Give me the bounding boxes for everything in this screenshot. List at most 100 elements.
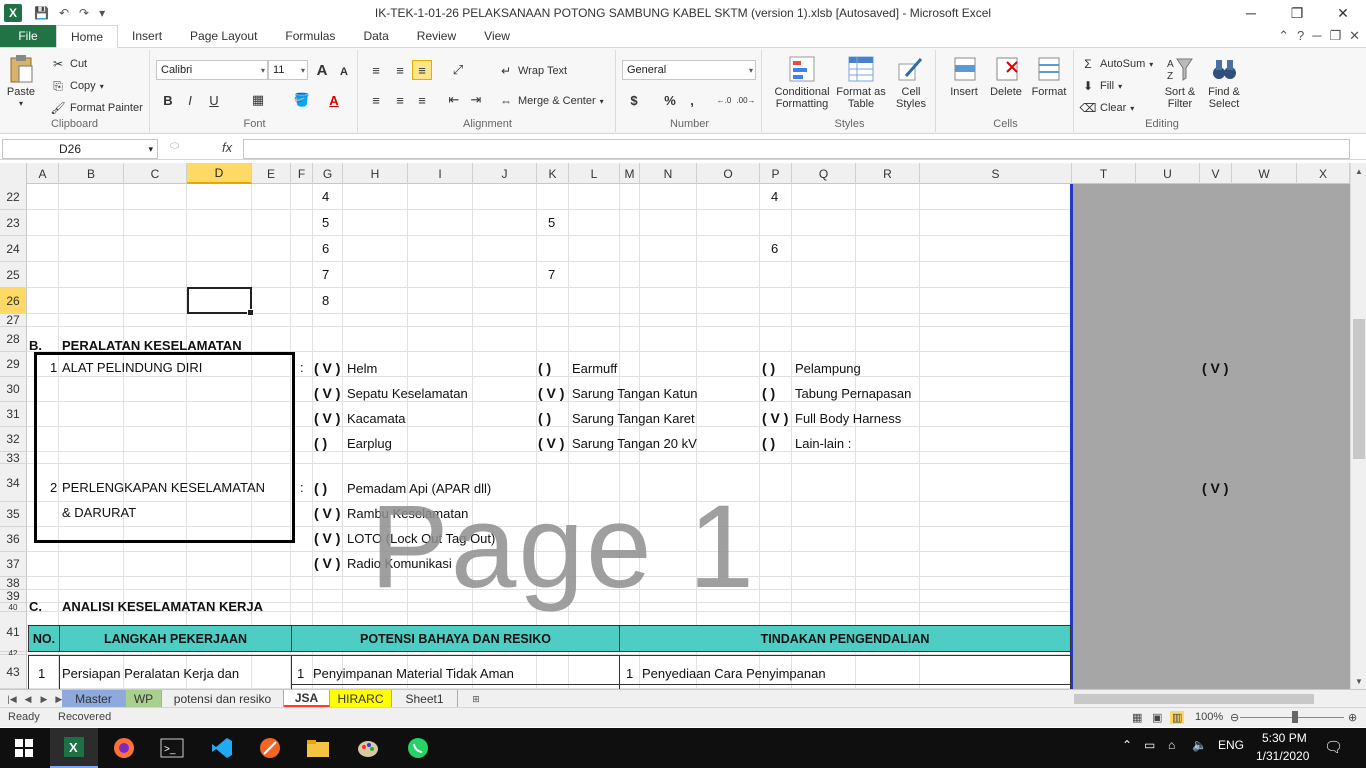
scroll-up-icon[interactable]: ▲ (1351, 163, 1366, 179)
column-header-s[interactable]: S (920, 163, 1072, 184)
column-header-q[interactable]: Q (792, 163, 856, 184)
vscode-icon[interactable] (198, 728, 246, 768)
row-header-39[interactable]: 39 (0, 589, 27, 603)
checkbox-mark[interactable]: ( V ) (314, 383, 340, 403)
row-header-34[interactable]: 34 (0, 464, 27, 502)
cell-k25[interactable]: 7 (548, 262, 555, 287)
tab-file[interactable]: File (0, 25, 56, 47)
restore-button[interactable]: ❐ (1274, 0, 1320, 26)
underline-button[interactable]: U (204, 90, 224, 110)
network-icon[interactable]: ⌂ (1168, 738, 1175, 752)
checkbox-mark[interactable]: ( ) (314, 433, 327, 453)
new-sheet-icon[interactable]: ⊞ (468, 690, 484, 708)
ppe-number[interactable]: 1 (50, 357, 57, 377)
delete-button[interactable]: Delete (986, 54, 1026, 98)
redo-icon[interactable]: ↷ (75, 6, 93, 20)
volume-icon[interactable]: 🔈 (1192, 738, 1207, 752)
column-header-o[interactable]: O (697, 163, 760, 184)
scroll-down-icon[interactable]: ▼ (1351, 673, 1366, 689)
side-check-29[interactable]: ( V ) (1202, 358, 1228, 378)
number-format-select[interactable]: General ▾ (622, 60, 756, 80)
font-size-select[interactable]: 11 ▾ (268, 60, 308, 80)
workbook-restore-icon[interactable]: ❐ (1329, 28, 1341, 44)
insert-function-icon[interactable]: fx (222, 140, 232, 155)
paint-icon[interactable] (344, 728, 392, 768)
row-header-26[interactable]: 26 (0, 288, 27, 314)
tab-insert[interactable]: Insert (118, 25, 176, 47)
excel-taskbar-icon[interactable]: X (50, 728, 98, 768)
app-orange-icon[interactable] (246, 728, 294, 768)
column-header-b[interactable]: B (59, 163, 124, 184)
checklist-label[interactable]: Sepatu Keselamatan (347, 383, 468, 403)
tab-view[interactable]: View (470, 25, 524, 47)
terminal-icon[interactable]: >_ (148, 728, 196, 768)
close-button[interactable]: ✕ (1320, 0, 1366, 26)
increase-indent-icon[interactable]: ⇥ (466, 90, 486, 110)
next-sheet-icon[interactable]: ▶ (36, 690, 52, 708)
page-layout-view-icon[interactable]: ▣ (1152, 711, 1162, 724)
horizontal-scrollbar[interactable] (1060, 691, 1350, 707)
jsa-row-step[interactable]: Persiapan Peralatan Kerja dan (62, 663, 239, 683)
sheet-tab-jsa[interactable]: JSA (284, 690, 330, 707)
checklist-label[interactable]: Full Body Harness (795, 408, 901, 428)
row-header-25[interactable]: 25 (0, 262, 27, 288)
cell-p22[interactable]: 4 (771, 184, 778, 209)
fill-color-icon[interactable]: 🪣 (292, 90, 312, 110)
jsa-risk-text[interactable]: Penyimpanan Material Tidak Aman (313, 663, 514, 683)
horizontal-scroll-thumb[interactable] (1074, 694, 1314, 704)
borders-icon[interactable]: ▦ (248, 90, 268, 110)
zoom-level[interactable]: 100% (1195, 711, 1223, 723)
side-check-34[interactable]: ( V ) (1202, 478, 1228, 498)
section-c-title[interactable]: ANALISI KESELAMATAN KERJA (62, 596, 263, 616)
workbook-minimize-icon[interactable]: ─ (1312, 28, 1321, 44)
checkbox-mark[interactable]: ( V ) (762, 408, 788, 428)
row-header-33[interactable]: 33 (0, 451, 27, 465)
checklist-label[interactable]: Kacamata (347, 408, 406, 428)
insert-button[interactable]: Insert (944, 54, 984, 98)
row-header-31[interactable]: 31 (0, 402, 27, 427)
header-tindakan[interactable]: TINDAKAN PENGENDALIAN (619, 625, 1071, 652)
sheet-tab-master[interactable]: Master (62, 690, 126, 707)
row-header-41[interactable]: 41 (0, 612, 27, 652)
tab-data[interactable]: Data (349, 25, 402, 47)
row-header-36[interactable]: 36 (0, 527, 27, 552)
jsa-row-no[interactable]: 1 (38, 663, 45, 683)
sheet-tab-wp[interactable]: WP (126, 690, 162, 707)
zoom-in-icon[interactable]: ⊕ (1348, 711, 1357, 724)
vertical-scroll-thumb[interactable] (1353, 319, 1365, 459)
conditional-formatting-button[interactable]: Conditional Formatting (768, 54, 836, 110)
grow-font-button[interactable]: A (312, 60, 332, 80)
column-header-m[interactable]: M (620, 163, 640, 184)
notifications-icon[interactable]: 🗨 (1324, 738, 1343, 756)
help-icon[interactable]: ? (1297, 28, 1304, 44)
checkbox-mark[interactable]: ( V ) (314, 553, 340, 573)
section-c-letter[interactable]: C. (29, 596, 42, 616)
select-all-corner[interactable] (0, 163, 27, 184)
header-langkah[interactable]: LANGKAH PEKERJAAN (59, 625, 292, 652)
checkbox-mark[interactable]: ( ) (762, 433, 775, 453)
cell-g23[interactable]: 5 (322, 210, 329, 235)
formula-input[interactable] (243, 139, 1350, 159)
bold-button[interactable]: B (158, 90, 178, 110)
align-left-icon[interactable]: ≡ (366, 90, 386, 110)
checklist-label[interactable]: Earplug (347, 433, 392, 453)
checkbox-mark[interactable]: ( V ) (538, 383, 564, 403)
sheet-tab-potensi-dan-resiko[interactable]: potensi dan resiko (162, 690, 284, 707)
minimize-button[interactable]: ─ (1228, 0, 1274, 26)
align-middle-icon[interactable]: ≡ (390, 60, 410, 80)
font-name-select[interactable]: Calibri ▾ (156, 60, 268, 80)
battery-icon[interactable]: ▭ (1144, 738, 1155, 752)
checkbox-mark[interactable]: ( V ) (538, 433, 564, 453)
row-header-22[interactable]: 22 (0, 184, 27, 210)
undo-icon[interactable]: ↶ (55, 6, 73, 20)
column-header-c[interactable]: C (124, 163, 187, 184)
column-header-t[interactable]: T (1072, 163, 1136, 184)
column-header-e[interactable]: E (252, 163, 291, 184)
file-explorer-icon[interactable] (294, 728, 342, 768)
align-top-icon[interactable]: ≡ (366, 60, 386, 80)
tray-chevron-icon[interactable]: ⌃ (1122, 738, 1132, 752)
sheet-tab-sheet1[interactable]: Sheet1 (392, 690, 458, 707)
decrease-decimal-button[interactable]: .00→ (736, 90, 756, 110)
column-header-g[interactable]: G (313, 163, 343, 184)
row-header-32[interactable]: 32 (0, 427, 27, 452)
